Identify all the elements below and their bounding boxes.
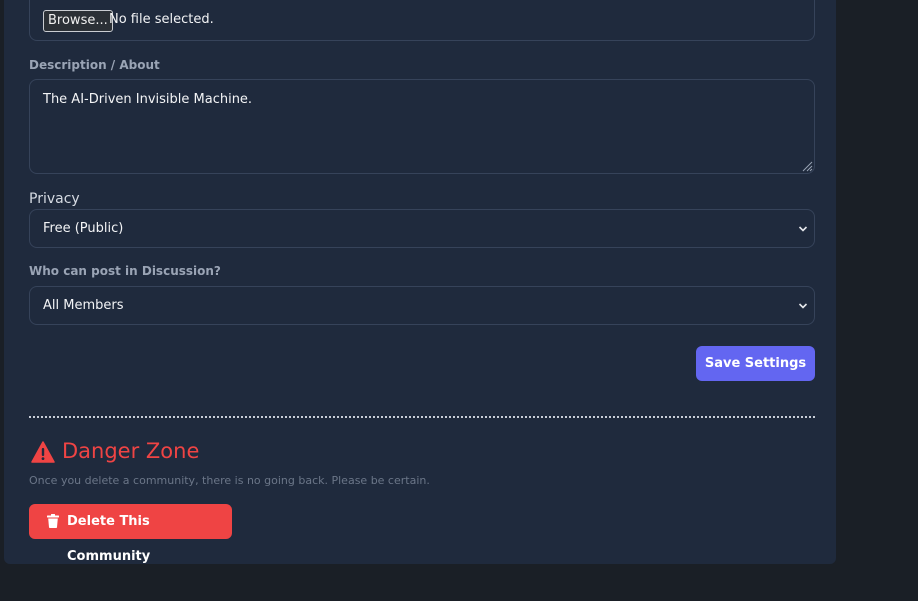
description-label: Description / About — [29, 58, 160, 72]
save-settings-button[interactable]: Save Settings — [696, 346, 815, 381]
delete-button-label: Delete This Community — [67, 514, 151, 564]
section-divider — [29, 416, 815, 418]
chevron-down-icon — [798, 303, 808, 309]
file-upload-field[interactable]: Browse... No file selected. — [29, 0, 815, 41]
discussion-label: Who can post in Discussion? — [29, 264, 221, 278]
trash-icon — [47, 514, 59, 528]
description-value: The AI-Driven Invisible Machine. — [43, 92, 253, 107]
browse-button[interactable]: Browse... — [43, 10, 113, 32]
danger-zone-title: Danger Zone — [62, 439, 200, 463]
privacy-label: Privacy — [29, 191, 80, 207]
discussion-selected-value: All Members — [43, 298, 124, 313]
resize-grip-icon[interactable] — [801, 160, 813, 172]
warning-triangle-icon — [31, 441, 55, 463]
discussion-select[interactable]: All Members — [29, 286, 815, 325]
description-textarea[interactable]: The AI-Driven Invisible Machine. — [29, 79, 815, 174]
file-status-text: No file selected. — [109, 12, 214, 27]
page: Browse... No file selected. Description … — [0, 0, 918, 601]
privacy-select[interactable]: Free (Public) — [29, 209, 815, 248]
danger-zone-warning: Once you delete a community, there is no… — [29, 474, 430, 487]
chevron-down-icon — [798, 226, 808, 232]
privacy-selected-value: Free (Public) — [43, 221, 124, 236]
delete-community-button[interactable]: Delete This Community — [29, 504, 232, 564]
